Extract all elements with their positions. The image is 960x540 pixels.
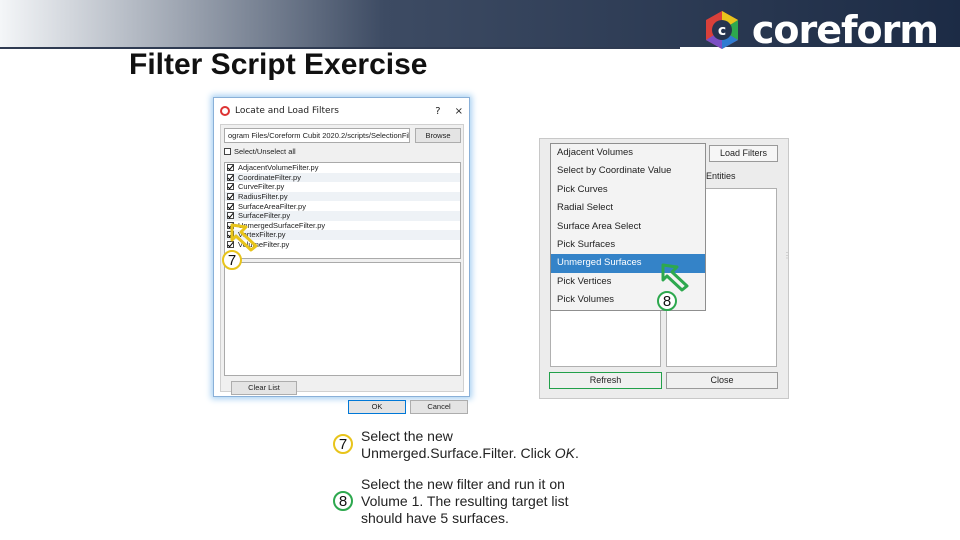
output-area — [224, 262, 461, 376]
path-input[interactable]: ogram Files/Coreform Cubit 2020.2/script… — [224, 128, 410, 143]
callout-arrow-icon — [661, 263, 689, 292]
file-name: SurfaceAreaFilter.py — [238, 201, 306, 211]
step-7-line2: Unmerged.Surface.Filter. Click OK. — [361, 445, 579, 461]
menu-item-radial-select[interactable]: Radial Select — [551, 199, 705, 217]
list-item[interactable]: SurfaceAreaFilter.py — [225, 201, 460, 211]
dialog-title: Locate and Load Filters — [235, 106, 339, 116]
list-item[interactable]: CoordinateFilter.py — [225, 172, 460, 183]
file-checkbox[interactable] — [227, 202, 234, 210]
list-item[interactable]: AdjacentVolumeFilter.py — [225, 163, 460, 173]
select-all-toggle[interactable]: Select/Unselect all — [224, 147, 296, 156]
list-item[interactable]: SurfaceFilter.py — [225, 210, 460, 221]
filter-list-pane — [550, 307, 661, 367]
callout-arrow-icon — [230, 223, 258, 252]
brand-wordmark: coreform — [751, 8, 939, 52]
app-icon — [220, 106, 230, 116]
step-7-badge: 7 — [333, 434, 353, 454]
select-all-checkbox[interactable] — [224, 148, 231, 155]
menu-item-pick-curves[interactable]: Pick Curves — [551, 181, 705, 199]
callout-badge-7: 7 — [222, 250, 242, 270]
list-item[interactable]: RadiusFilter.py — [225, 191, 460, 202]
load-filters-button[interactable]: Load Filters — [709, 145, 778, 162]
file-checkbox[interactable] — [227, 193, 234, 201]
help-button[interactable]: ? — [435, 106, 440, 117]
dialog-body: ogram Files/Coreform Cubit 2020.2/script… — [220, 124, 468, 414]
dialog-titlebar: Locate and Load Filters ? × — [214, 98, 469, 124]
step-8-line1: Select the new filter and run it on — [361, 476, 565, 492]
menu-item-pick-volumes[interactable]: Pick Volumes — [551, 291, 705, 309]
list-item[interactable]: CurveFilter.py — [225, 182, 460, 192]
close-icon[interactable]: × — [455, 106, 463, 117]
file-checkbox[interactable] — [227, 173, 234, 181]
step-7-text: Select the new Unmerged.Surface.Filter. … — [361, 428, 579, 462]
step-8-line2: Volume 1. The resulting target list — [361, 493, 569, 509]
menu-item-pick-surfaces[interactable]: Pick Surfaces — [551, 236, 705, 254]
file-name: SurfaceFilter.py — [238, 211, 291, 221]
file-checkbox[interactable] — [227, 183, 234, 191]
step-7-line1: Select the new — [361, 428, 453, 444]
svg-text:c: c — [718, 23, 726, 39]
step-8-line3: should have 5 surfaces. — [361, 510, 509, 526]
step-8-text: Select the new filter and run it on Volu… — [361, 476, 569, 527]
coreform-logo-icon: c — [705, 11, 738, 49]
menu-item-surface-area-select[interactable]: Surface Area Select — [551, 218, 705, 236]
step-8-badge: 8 — [333, 491, 353, 511]
ok-button[interactable]: OK — [348, 400, 406, 414]
refresh-button[interactable]: Refresh — [549, 372, 662, 389]
splitter-handle[interactable]: ⋮ — [783, 251, 791, 260]
file-name: RadiusFilter.py — [238, 192, 288, 202]
file-name: AdjacentVolumeFilter.py — [238, 163, 319, 173]
cancel-button[interactable]: Cancel — [410, 400, 468, 414]
callout-badge-8: 8 — [657, 291, 677, 311]
menu-item-select-by-coordinate[interactable]: Select by Coordinate Value — [551, 162, 705, 180]
menu-item-adjacent-volumes[interactable]: Adjacent Volumes — [551, 144, 705, 162]
file-name: CurveFilter.py — [238, 182, 285, 192]
file-checkbox[interactable] — [227, 164, 234, 172]
file-checkbox[interactable] — [227, 212, 234, 220]
clear-list-button[interactable]: Clear List — [231, 381, 297, 395]
slide-title: Filter Script Exercise — [129, 48, 428, 81]
file-name: CoordinateFilter.py — [238, 172, 301, 182]
browse-button[interactable]: Browse — [415, 128, 461, 143]
select-all-label: Select/Unselect all — [234, 147, 296, 156]
close-button[interactable]: Close — [666, 372, 778, 389]
coreform-logo: c coreform — [700, 8, 939, 52]
